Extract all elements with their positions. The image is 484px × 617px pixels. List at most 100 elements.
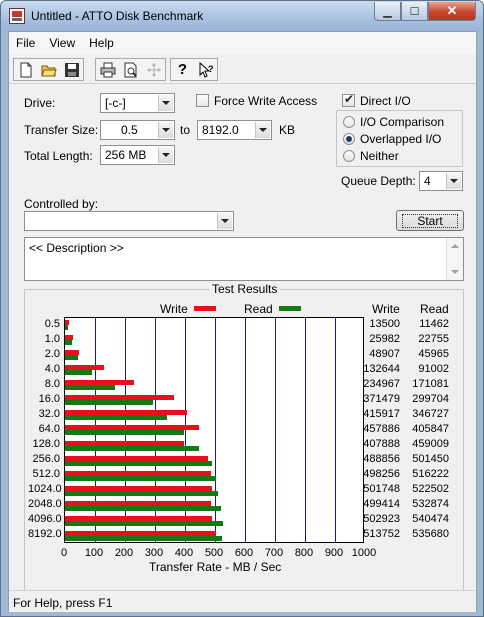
client-area: File View Help ? ? Drive: [-c-] Force Wr… xyxy=(8,31,477,612)
io-comparison-radio[interactable] xyxy=(343,116,355,128)
read-value-cell: 535680 xyxy=(412,528,449,541)
start-button-label: Start xyxy=(402,213,458,228)
minimize-button[interactable]: ▁ xyxy=(374,2,401,21)
toolbar: ? ? xyxy=(9,54,476,84)
read-value-cell: 45965 xyxy=(418,347,449,360)
force-write-checkbox[interactable] xyxy=(196,94,209,107)
y-tick-label: 4.0 xyxy=(44,362,60,375)
legend-read-label: Read xyxy=(244,302,273,316)
test-results-group: Test Results Write Read Write Read Trans… xyxy=(24,282,464,592)
print-icon[interactable] xyxy=(96,59,119,80)
drive-select[interactable]: [-c-] xyxy=(100,93,175,113)
kb-label: KB xyxy=(279,123,296,137)
status-bar: For Help, press F1 xyxy=(9,590,476,612)
neither-label[interactable]: Neither xyxy=(360,149,399,163)
drive-label: Drive: xyxy=(24,96,56,110)
y-tick-label: 64.0 xyxy=(38,423,60,435)
chevron-down-icon[interactable] xyxy=(255,122,270,138)
x-tick-label: 400 xyxy=(174,547,194,559)
app-icon xyxy=(9,8,25,24)
chevron-down-icon[interactable] xyxy=(158,147,173,163)
app-window: Untitled - ATTO Disk Benchmark ▁ ☐ ✕ Fil… xyxy=(0,0,484,617)
controlled-by-select[interactable] xyxy=(24,211,234,231)
x-tick-label: 300 xyxy=(144,547,164,559)
bar-read xyxy=(65,355,79,361)
x-tick-label: 900 xyxy=(324,547,344,559)
force-write-label[interactable]: Force Write Access xyxy=(214,94,317,108)
menu-view[interactable]: View xyxy=(42,32,82,54)
read-value-cell: 532874 xyxy=(412,498,449,511)
overlapped-io-label[interactable]: Overlapped I/O xyxy=(360,132,441,146)
transfer-size-from-select[interactable]: 0.5 xyxy=(100,120,175,140)
new-file-icon[interactable] xyxy=(14,59,37,80)
read-value-cell: 11462 xyxy=(419,317,449,330)
bar-read xyxy=(65,460,212,466)
direct-io-label[interactable]: Direct I/O xyxy=(360,94,411,108)
write-value-cell: 132644 xyxy=(363,362,400,375)
write-value-cell: 499414 xyxy=(363,498,400,511)
description-scrollbar[interactable] xyxy=(446,238,463,280)
read-value-cell: 459009 xyxy=(412,438,449,451)
chevron-down-icon[interactable] xyxy=(446,173,461,189)
toolbar-file-group xyxy=(13,58,84,81)
to-label: to xyxy=(180,123,191,137)
toolbar-help-group: ? ? xyxy=(170,58,218,81)
context-help-icon[interactable]: ? xyxy=(194,59,217,80)
read-value-cell: 516222 xyxy=(412,468,449,481)
description-box[interactable]: << Description >> xyxy=(24,237,464,281)
y-tick-label: 512.0 xyxy=(32,468,60,481)
legend-write-label: Write xyxy=(160,302,188,316)
open-folder-icon[interactable] xyxy=(37,59,60,80)
y-tick-label: 1024.0 xyxy=(28,483,62,496)
read-value-cell: 171081 xyxy=(412,377,449,390)
write-value-cell: 498256 xyxy=(363,468,400,481)
io-comparison-label[interactable]: I/O Comparison xyxy=(360,115,444,129)
bar-read xyxy=(65,400,153,406)
read-value-cell: 540474 xyxy=(412,513,449,526)
write-value-cell: 488856 xyxy=(363,453,400,466)
queue-depth-select[interactable]: 4 xyxy=(419,171,463,191)
title-bar[interactable]: Untitled - ATTO Disk Benchmark ▁ ☐ ✕ xyxy=(1,1,483,31)
neither-radio[interactable] xyxy=(343,150,355,162)
write-value-cell: 25982 xyxy=(369,332,400,345)
chart-plot-area xyxy=(64,317,364,543)
y-tick-label: 1.0 xyxy=(44,332,60,345)
x-tick-label: 500 xyxy=(204,547,224,559)
read-value-cell: 91002 xyxy=(418,362,449,375)
toolbar-print-group xyxy=(95,58,166,81)
save-icon[interactable] xyxy=(60,59,83,80)
bar-read xyxy=(65,385,116,391)
maximize-button[interactable]: ☐ xyxy=(401,2,428,21)
write-value-cell: 48907 xyxy=(369,347,400,360)
overlapped-io-radio[interactable] xyxy=(343,133,355,145)
scroll-up-icon[interactable] xyxy=(451,244,459,248)
start-button[interactable]: Start xyxy=(396,210,464,231)
read-value-cell: 346727 xyxy=(412,407,449,420)
gridline xyxy=(275,318,276,542)
read-value-cell: 522502 xyxy=(412,483,449,496)
chevron-down-icon[interactable] xyxy=(217,213,232,229)
results-title: Test Results xyxy=(209,282,281,296)
bar-read xyxy=(65,340,72,346)
bar-read xyxy=(65,430,184,436)
bar-read xyxy=(65,535,222,541)
chevron-down-icon[interactable] xyxy=(158,122,173,138)
y-tick-label: 2048.0 xyxy=(28,498,62,511)
bar-read xyxy=(65,445,200,451)
menu-help[interactable]: Help xyxy=(82,32,121,54)
y-tick-label: 2.0 xyxy=(44,347,60,360)
total-length-select[interactable]: 256 MB xyxy=(100,145,175,165)
about-icon[interactable]: ? xyxy=(171,59,194,80)
direct-io-checkbox[interactable] xyxy=(342,92,355,107)
legend-write-swatch xyxy=(194,306,216,311)
print-preview-icon[interactable] xyxy=(119,59,142,80)
close-button[interactable]: ✕ xyxy=(428,2,476,21)
legend-read-swatch xyxy=(279,306,301,311)
scroll-down-icon[interactable] xyxy=(451,270,459,274)
bar-read xyxy=(65,370,92,376)
transfer-to-value: 8192.0 xyxy=(202,123,239,137)
menu-file[interactable]: File xyxy=(9,32,42,54)
controlled-by-label: Controlled by: xyxy=(24,197,99,211)
transfer-size-to-select[interactable]: 8192.0 xyxy=(197,120,272,140)
chevron-down-icon[interactable] xyxy=(158,95,173,111)
